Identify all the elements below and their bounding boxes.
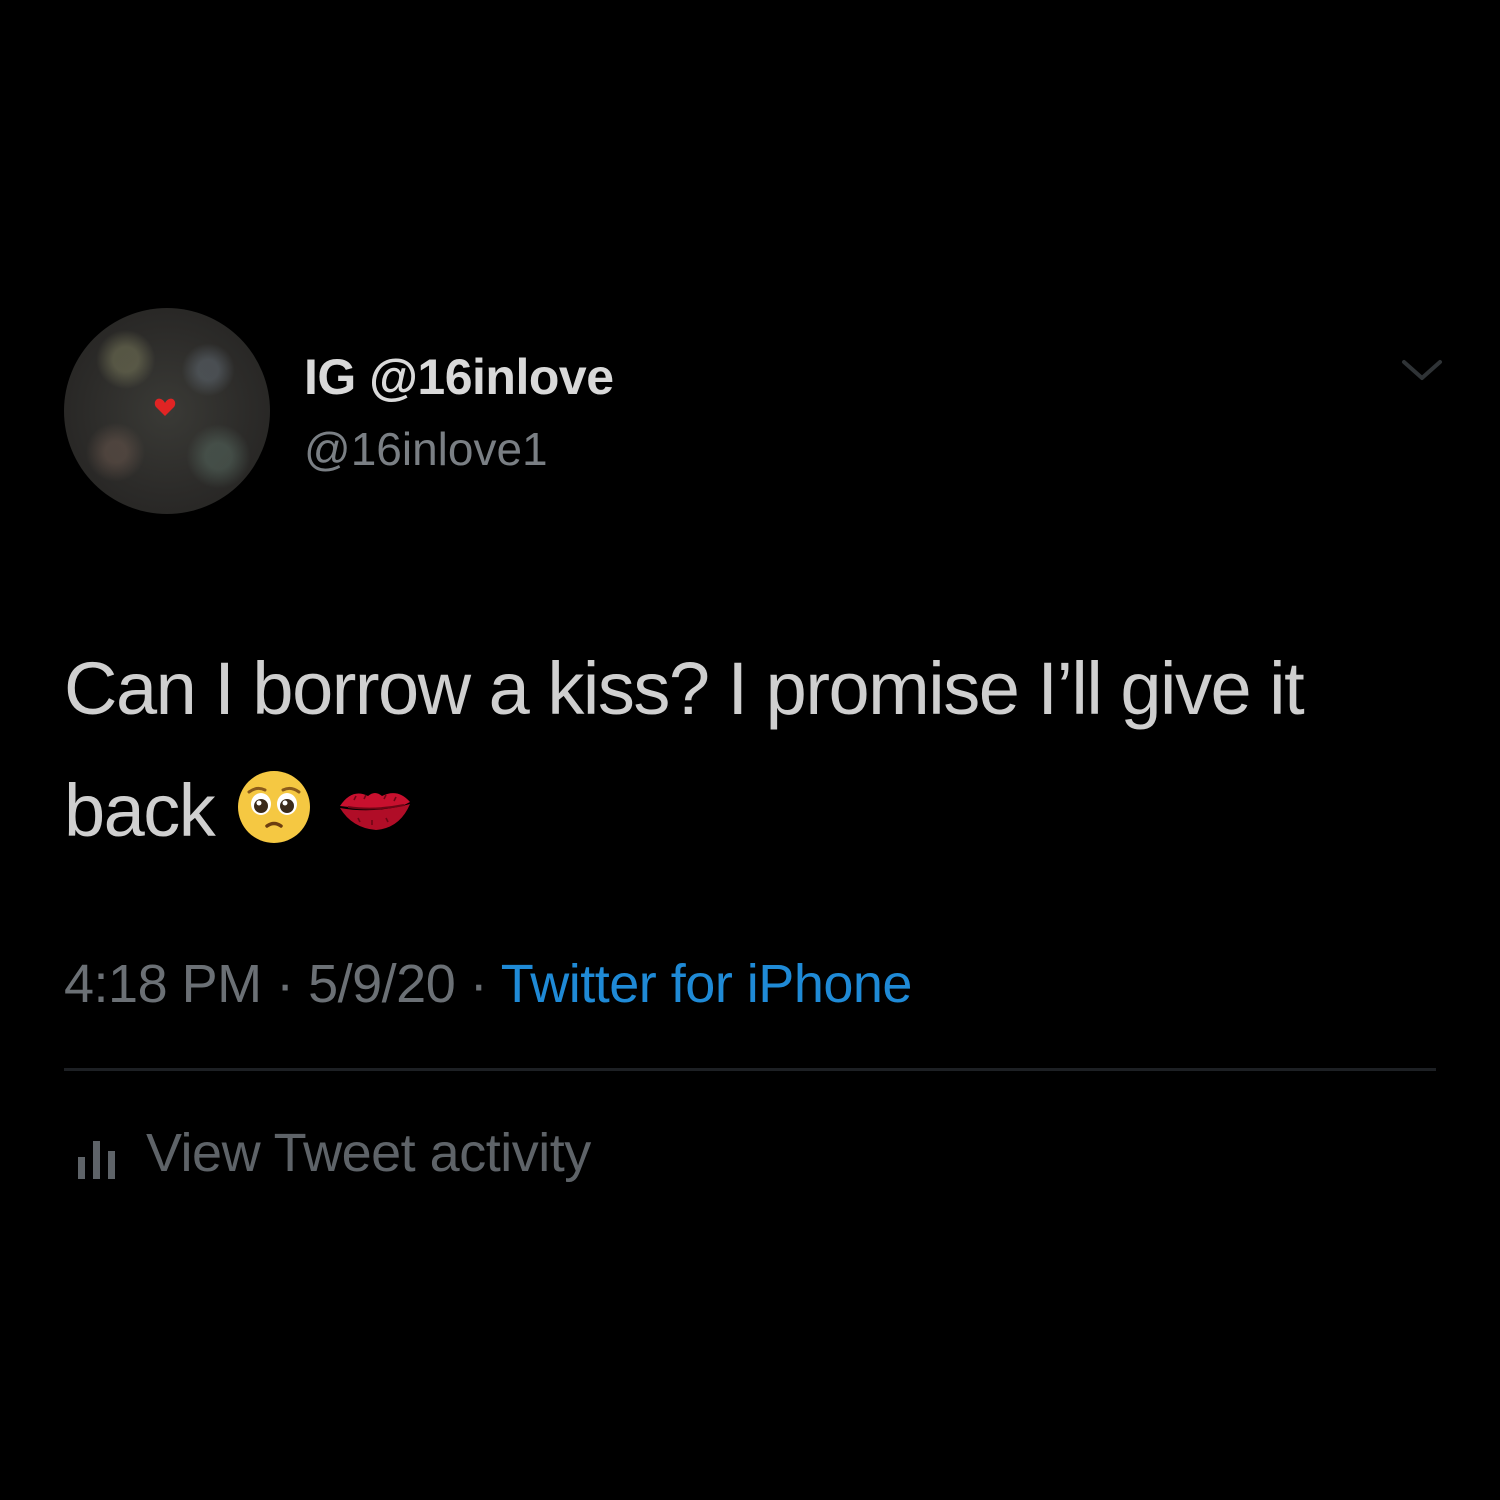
meta-separator: · — [455, 954, 501, 1014]
chevron-down-icon[interactable] — [1398, 352, 1446, 388]
tweet-text: Can I borrow a kiss? I promise I’ll give… — [64, 628, 1454, 872]
tweet-date[interactable]: 5/9/20 — [308, 954, 456, 1014]
pleading-face-emoji-icon — [238, 771, 311, 843]
display-name[interactable]: IG @16inlove — [304, 348, 614, 406]
tweet-time[interactable]: 4:18 PM — [64, 954, 262, 1014]
view-tweet-activity-button[interactable]: View Tweet activity — [74, 1118, 591, 1188]
tweet-card: IG @16inlove @16inlove1 Can I borrow a k… — [0, 0, 1500, 1500]
bar-chart-icon — [78, 1141, 115, 1179]
activity-label: View Tweet activity — [146, 1123, 591, 1183]
user-handle[interactable]: @16inlove1 — [304, 422, 548, 476]
tweet-source-link[interactable]: Twitter for iPhone — [501, 954, 913, 1014]
kiss-mark-emoji-icon — [340, 793, 411, 830]
heart-icon — [154, 398, 176, 416]
tweet-meta: 4:18 PM · 5/9/20 · Twitter for iPhone — [64, 953, 912, 1015]
meta-separator: · — [261, 954, 309, 1014]
divider — [64, 1068, 1436, 1071]
